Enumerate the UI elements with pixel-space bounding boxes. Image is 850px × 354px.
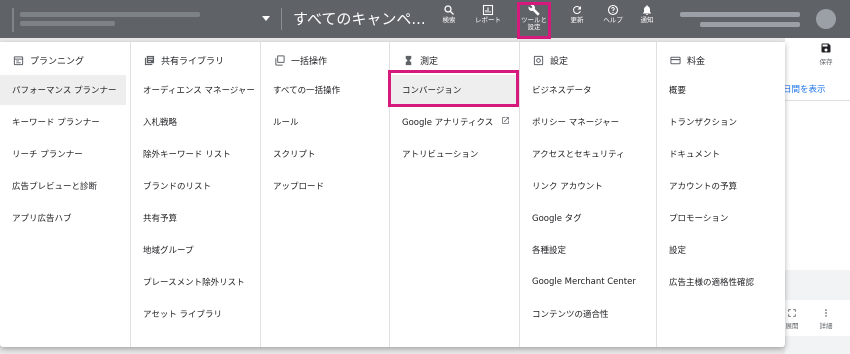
menu-item-advertiser-verification[interactable]: 広告主様の適格性確認 xyxy=(657,267,784,297)
menu-item-performance-planner[interactable]: パフォーマンス プランナー xyxy=(0,75,126,105)
menu-item-all-bulk-actions[interactable]: すべての一括操作 xyxy=(261,75,388,105)
menu-item-linked-accounts[interactable]: リンク アカウント xyxy=(520,171,655,201)
refresh-label: 更新 xyxy=(570,16,584,24)
menu-item-content-suitability[interactable]: コンテンツの適合性 xyxy=(520,299,655,329)
column-header-setup: 設定 xyxy=(532,53,568,67)
menu-item-rules[interactable]: ルール xyxy=(261,107,388,137)
bell-icon xyxy=(643,5,651,15)
column-title: 共有ライブラリ xyxy=(161,56,225,67)
user-id-redacted xyxy=(680,12,800,17)
menu-item-google-merchant-center[interactable]: Google Merchant Center xyxy=(520,267,655,297)
menu-item-keyword-planner[interactable]: キーワード プランナー xyxy=(0,107,126,137)
menu-item-policy-manager[interactable]: ポリシー マネージャー xyxy=(520,107,655,137)
bg-divider xyxy=(785,100,850,101)
google-analytics-label: Google アナリティクス xyxy=(402,118,494,128)
show-period-link[interactable]: 日間を表示 xyxy=(783,83,826,95)
menu-item-billing-summary[interactable]: 概要 xyxy=(657,75,784,105)
menu-item-promotions[interactable]: プロモーション xyxy=(657,203,784,233)
column-header-bulk-actions: 一括操作 xyxy=(273,53,327,67)
help-label: ヘルプ xyxy=(603,16,623,24)
details-label: 詳細 xyxy=(819,322,833,330)
column-header-shared-library: 共有ライブラリ xyxy=(143,53,224,67)
settings-box-icon xyxy=(532,54,544,66)
menu-item-asset-library[interactable]: アセット ライブラリ xyxy=(131,299,259,329)
menu-item-reach-planner[interactable]: リーチ プランナー xyxy=(0,139,126,169)
menu-item-preferences[interactable]: 各種設定 xyxy=(520,235,655,265)
notifications-button[interactable]: 通知 xyxy=(636,4,658,34)
account-divider xyxy=(12,8,14,32)
refresh-icon xyxy=(572,5,581,14)
library-icon xyxy=(143,54,155,66)
expand-icon xyxy=(788,309,796,317)
menu-column-shared-library: 共有ライブラリ オーディエンス マネージャー 入札戦略 除外キーワード リスト … xyxy=(130,42,260,347)
menu-item-transactions[interactable]: トランザクション xyxy=(657,107,784,137)
avatar[interactable] xyxy=(816,9,836,29)
top-navigation-bar: すべてのキャンペ... 検索 レポート ツールと 設定 更新 ヘルプ 通知 xyxy=(0,0,850,38)
account-dropdown-caret[interactable] xyxy=(262,16,270,21)
calendar-icon xyxy=(12,54,24,66)
menu-item-bid-strategies[interactable]: 入札戦略 xyxy=(131,107,259,137)
account-name-redacted xyxy=(20,12,200,17)
expand-label: 展開 xyxy=(785,322,799,330)
menu-column-setup: 設定 ビジネスデータ ポリシー マネージャー アクセスとセキュリティ リンク ア… xyxy=(519,42,656,347)
menu-item-google-tag[interactable]: Google タグ xyxy=(520,203,655,233)
save-label: 保存 xyxy=(819,58,833,66)
refresh-button[interactable]: 更新 xyxy=(566,4,588,34)
menu-column-bulk-actions: 一括操作 すべての一括操作 ルール スクリプト アップロード xyxy=(260,42,389,347)
search-icon xyxy=(444,5,454,15)
copy-icon xyxy=(273,54,285,66)
menu-column-billing: 料金 概要 トランザクション ドキュメント アカウントの予算 プロモーション 設… xyxy=(656,42,785,347)
external-link-icon xyxy=(501,116,510,128)
details-button[interactable]: 詳細 xyxy=(816,308,836,330)
menu-item-google-analytics[interactable]: Google アナリティクス xyxy=(390,107,518,137)
menu-item-negative-keyword-lists[interactable]: 除外キーワード リスト xyxy=(131,139,259,169)
help-button[interactable]: ヘルプ xyxy=(600,4,626,34)
conversions-highlight xyxy=(388,70,519,107)
hourglass-icon xyxy=(402,54,414,66)
menu-item-location-groups[interactable]: 地域グループ xyxy=(131,235,259,265)
search-button[interactable]: 検索 xyxy=(438,4,460,34)
tools-button-highlight xyxy=(517,2,551,39)
menu-item-shared-budgets[interactable]: 共有予算 xyxy=(131,203,259,233)
menu-column-planning: プランニング パフォーマンス プランナー キーワード プランナー リーチ プラン… xyxy=(0,42,130,347)
menu-item-documents[interactable]: ドキュメント xyxy=(657,139,784,169)
column-title: 設定 xyxy=(550,56,569,67)
menu-item-app-ad-hub[interactable]: アプリ広告ハブ xyxy=(0,203,126,233)
topbar-divider xyxy=(281,8,282,30)
save-button[interactable]: 保存 xyxy=(815,42,837,66)
account-id-redacted xyxy=(20,21,115,26)
column-title: 一括操作 xyxy=(291,56,328,67)
more-vert-icon xyxy=(825,309,827,317)
menu-item-brand-lists[interactable]: ブランドのリスト xyxy=(131,171,259,201)
column-header-planning: プランニング xyxy=(12,53,84,67)
reports-icon xyxy=(482,4,494,16)
menu-item-uploads[interactable]: アップロード xyxy=(261,171,388,201)
menu-item-ad-preview[interactable]: 広告プレビューと診断 xyxy=(0,171,126,201)
column-title: 料金 xyxy=(687,56,706,67)
search-label: 検索 xyxy=(442,16,456,24)
menu-item-placement-exclusion-lists[interactable]: プレースメント除外リスト xyxy=(131,267,259,297)
column-header-measurement: 測定 xyxy=(402,53,438,67)
reports-label: レポート xyxy=(475,16,501,24)
menu-item-scripts[interactable]: スクリプト xyxy=(261,139,388,169)
user-email-redacted xyxy=(700,22,800,27)
campaign-title[interactable]: すべてのキャンペ... xyxy=(293,8,426,29)
expand-button[interactable]: 展開 xyxy=(782,308,802,330)
menu-item-access-security[interactable]: アクセスとセキュリティ xyxy=(520,139,655,169)
column-title: プランニング xyxy=(30,56,85,67)
menu-item-account-budgets[interactable]: アカウントの予算 xyxy=(657,171,784,201)
reports-button[interactable]: レポート xyxy=(472,4,504,34)
column-title: 測定 xyxy=(420,56,439,67)
column-header-billing: 料金 xyxy=(669,53,705,67)
menu-item-billing-settings[interactable]: 設定 xyxy=(657,235,784,265)
notifications-label: 通知 xyxy=(640,16,654,24)
help-icon xyxy=(607,4,619,16)
save-icon xyxy=(821,43,831,53)
credit-card-icon xyxy=(669,54,681,66)
menu-item-business-data[interactable]: ビジネスデータ xyxy=(520,75,655,105)
menu-item-attribution[interactable]: アトリビューション xyxy=(390,139,518,169)
menu-item-audience-manager[interactable]: オーディエンス マネージャー xyxy=(131,75,259,105)
